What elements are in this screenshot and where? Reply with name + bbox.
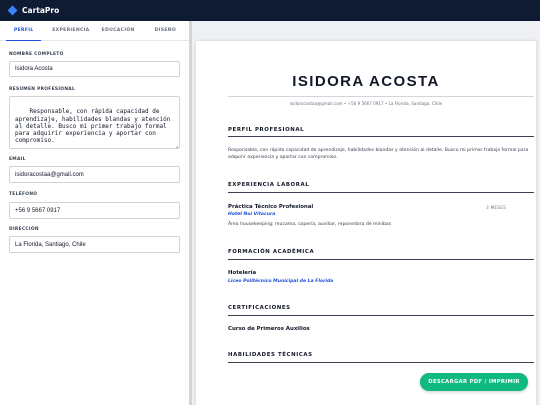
name-label: NOMBRE COMPLETO [9,52,64,57]
education-section-title: FORMACIÓN ACADÉMICA [228,249,315,255]
name-divider [228,96,534,97]
phone-input[interactable]: +56 9 5667 0917 [9,202,180,219]
summary-textarea[interactable]: Responsable, con rápida capacidad de apr… [9,96,180,149]
tab-educacion[interactable]: EDUCACIÓN [95,21,142,40]
profile-section-title: PERFIL PROFESIONAL [228,127,305,133]
resize-handle-icon[interactable] [173,142,178,147]
editor-panel: PERFIL EXPERIENCIA EDUCACIÓN DISEÑO NOMB… [0,21,189,405]
experience-company: Hotel Noi Vitacura [228,212,276,217]
certification-item: Curso de Primeros Auxilios [228,326,310,332]
download-pdf-button[interactable]: DESCARGAR PDF / IMPRIMIR [420,373,528,391]
tab-diseno[interactable]: DISEÑO [142,21,189,40]
brand-name: CartaPro [22,6,60,15]
summary-label: RESUMEN PROFESIONAL [9,87,76,92]
experience-duration: 3 MESES [486,205,506,210]
certifications-section-title: CERTIFICACIONES [228,305,291,311]
section-divider [228,362,534,363]
skills-section-title: HABILIDADES TÉCNICAS [228,352,313,358]
phone-label: TELÉFONO [9,192,38,197]
email-input[interactable]: isidoracostaa@gmail.com [9,166,180,183]
section-divider [228,136,534,137]
cv-preview: ISIDORA ACOSTA isidoracostaa@gmail.com •… [196,41,536,405]
tab-bar: PERFIL EXPERIENCIA EDUCACIÓN DISEÑO [0,21,189,41]
experience-description: Área housekeeping: mucama, copería, auxi… [228,222,392,227]
section-divider [228,192,534,193]
tab-experiencia[interactable]: EXPERIENCIA [47,21,94,40]
profile-text: Responsable, con rápida capacidad de apr… [228,148,529,160]
section-divider [228,259,534,260]
education-program: Hotelería [228,270,257,276]
cv-name: ISIDORA ACOSTA [292,73,440,90]
logo-icon [7,5,18,16]
email-label: EMAIL [9,157,26,162]
address-label: DIRECCIÓN [9,227,39,232]
experience-role: Práctica Técnico Profesional [228,204,314,210]
education-institution: Liceo Politécnico Municipal de La Florid… [228,279,334,284]
name-input[interactable]: Isidora Acosta [9,61,180,77]
summary-text: Responsable, con rápida capacidad de apr… [15,108,171,145]
experience-section-title: EXPERIENCIA LABORAL [228,182,310,188]
address-input[interactable]: La Florida, Santiago, Chile [9,236,180,253]
top-bar: CartaPro [0,0,540,21]
section-divider [228,315,534,316]
cv-contact: isidoracostaa@gmail.com • +56 9 5667 091… [289,101,443,106]
panel-divider[interactable] [189,21,192,405]
tab-perfil[interactable]: PERFIL [0,21,47,41]
